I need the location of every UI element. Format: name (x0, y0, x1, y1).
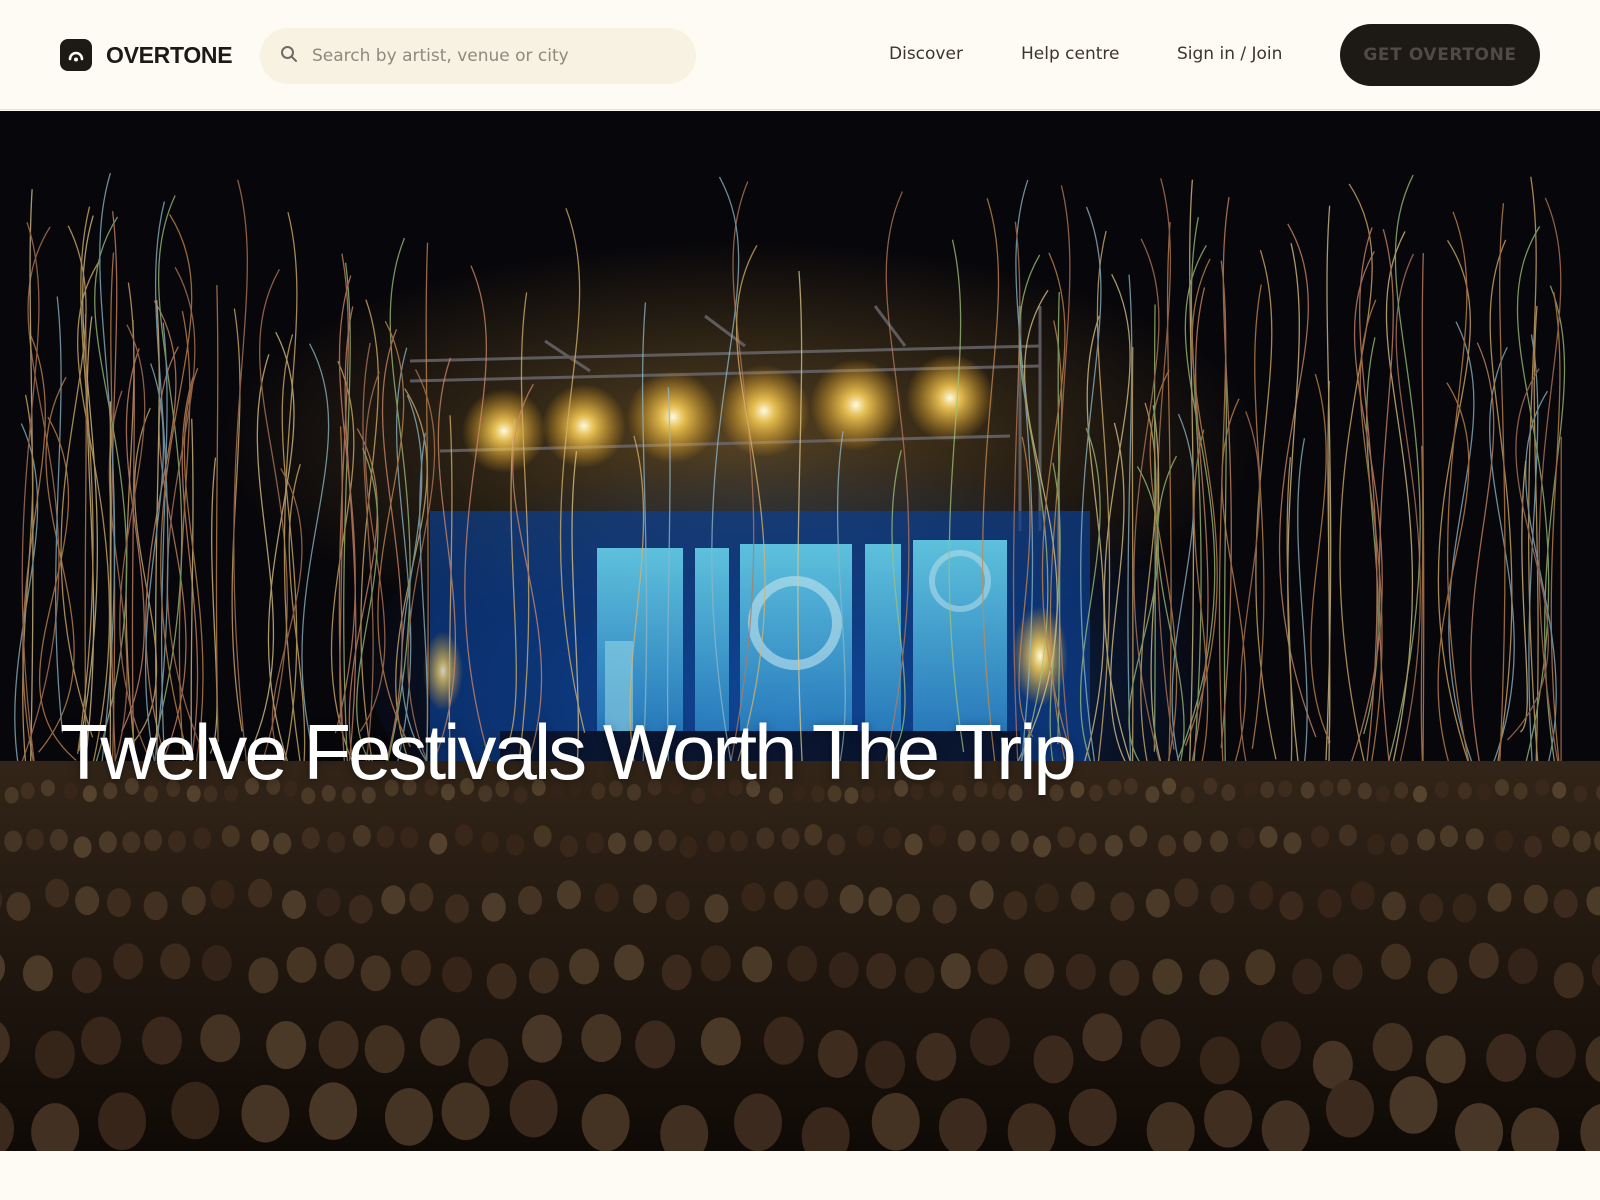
nav-sign-in-join[interactable]: Sign in / Join (1177, 44, 1282, 64)
hero-banner: Twelve Festivals Worth The Trip (0, 111, 1600, 1151)
logo-icon (60, 39, 92, 71)
hero-image (0, 111, 1600, 1151)
search-bar[interactable] (260, 28, 696, 84)
hero-title: Twelve Festivals Worth The Trip (60, 708, 1077, 796)
brand-logo[interactable]: OVERTONE (60, 39, 233, 71)
search-icon (280, 45, 298, 68)
streamer (1131, 346, 1134, 811)
page-below-hero (0, 1151, 1600, 1200)
get-overtone-button[interactable]: GET OVERTONE (1340, 24, 1540, 86)
nav-discover[interactable]: Discover (889, 44, 963, 64)
search-input[interactable] (312, 46, 672, 66)
site-header: OVERTONE Discover Help centre Sign in / … (0, 0, 1600, 110)
brand-name: OVERTONE (106, 41, 233, 68)
nav-help-centre[interactable]: Help centre (1021, 44, 1119, 64)
